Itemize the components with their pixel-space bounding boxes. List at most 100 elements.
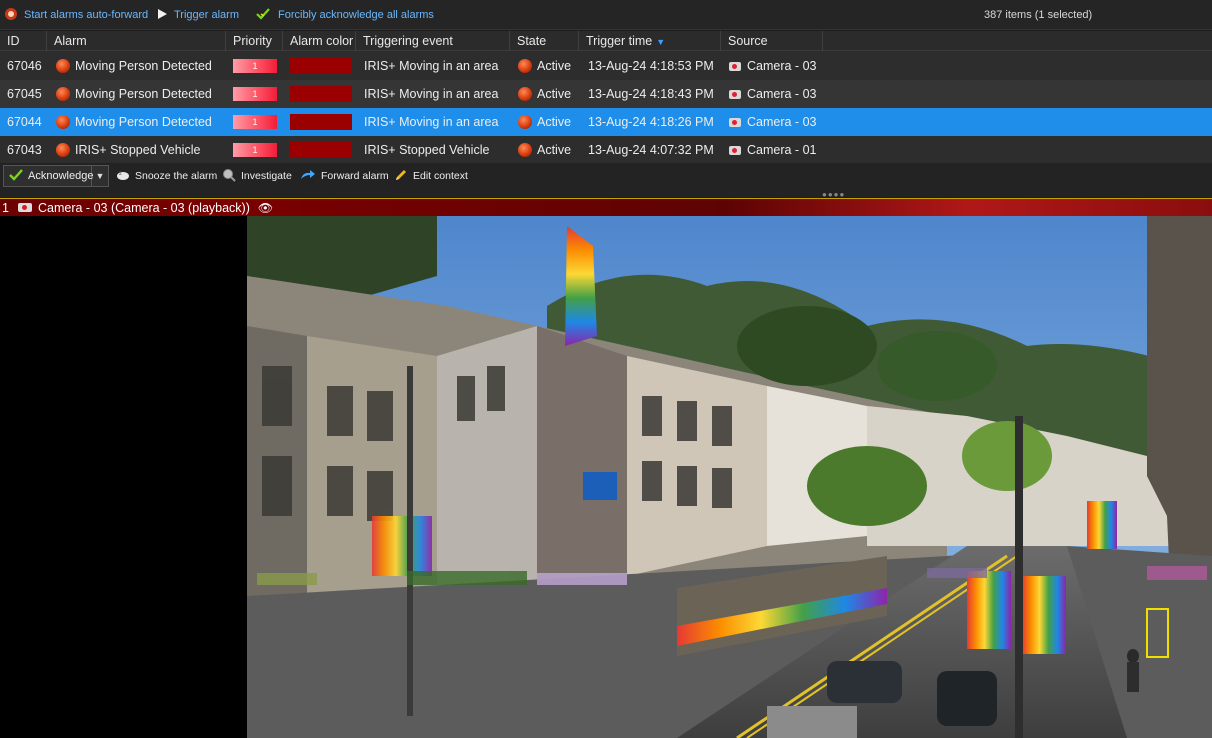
cell-trigger-time: 13-Aug-24 4:18:53 PM: [588, 59, 714, 73]
table-header: ID Alarm Priority Alarm color Triggering…: [0, 31, 1212, 51]
cell-source: Camera - 03: [729, 80, 816, 108]
investigate-icon: [222, 168, 236, 185]
trigger-alarm-label: Trigger alarm: [174, 9, 239, 21]
cell-alarm: Moving Person Detected: [56, 80, 212, 108]
cell-triggering-event: IRIS+ Stopped Vehicle: [364, 143, 490, 157]
edit-context-label: Edit context: [413, 170, 468, 182]
eye-icon[interactable]: 👁: [258, 201, 273, 215]
alarm-name: Moving Person Detected: [75, 87, 212, 101]
cell-state: Active: [518, 52, 571, 80]
alarm-color-swatch: [290, 58, 352, 74]
checkmark-icon: [9, 168, 23, 184]
acknowledge-label: Acknowledge: [28, 170, 94, 182]
investigate-button[interactable]: Investigate: [222, 167, 292, 185]
column-header-alarm-color[interactable]: Alarm color: [283, 31, 356, 51]
video-letterbox: [0, 216, 247, 738]
cell-triggering-event: IRIS+ Moving in an area: [364, 115, 499, 129]
acknowledge-split-button: Acknowledge ▼: [3, 165, 109, 187]
alarm-name: IRIS+ Stopped Vehicle: [75, 143, 201, 157]
forward-arrow-icon: [300, 169, 316, 184]
cell-id: 67046: [7, 59, 42, 73]
cell-alarm: Moving Person Detected: [56, 52, 212, 80]
alarm-name: Moving Person Detected: [75, 59, 212, 73]
force-acknowledge-all-button[interactable]: Forcibly acknowledge all alarms: [256, 0, 434, 30]
source-label: Camera - 03: [747, 59, 817, 73]
cell-id: 67044: [7, 115, 42, 129]
priority-badge: 1: [233, 115, 277, 129]
source-label: Camera - 01: [747, 143, 817, 157]
trigger-alarm-button[interactable]: Trigger alarm: [156, 0, 239, 30]
snooze-label: Snooze the alarm: [135, 170, 218, 182]
cell-source: Camera - 03: [729, 108, 816, 136]
table-row[interactable]: 67043 IRIS+ Stopped Vehicle 1 IRIS+ Stop…: [0, 136, 1212, 164]
motion-detection-box: [1146, 608, 1169, 658]
state-label: Active: [537, 115, 572, 129]
items-count: 387 items (1 selected): [984, 9, 1093, 21]
alarm-action-bar: Acknowledge ▼ z Snooze the alarm Investi…: [0, 163, 1212, 199]
investigate-label: Investigate: [241, 170, 292, 182]
camera-icon: [729, 145, 741, 155]
priority-badge: 1: [233, 143, 277, 157]
cell-id: 67045: [7, 87, 42, 101]
column-header-id[interactable]: ID: [0, 31, 47, 51]
tile-number: 1: [2, 200, 9, 215]
state-label: Active: [537, 87, 572, 101]
cell-alarm: Moving Person Detected: [56, 108, 212, 136]
alarm-icon: [56, 115, 70, 129]
forward-alarm-label: Forward alarm: [321, 170, 389, 182]
alarm-color-swatch: [290, 142, 352, 158]
street-scene-image: [247, 216, 1212, 738]
active-state-icon: [518, 87, 532, 101]
cell-alarm: IRIS+ Stopped Vehicle: [56, 136, 200, 164]
alarm-icon: [56, 143, 70, 157]
double-check-icon: [256, 7, 272, 24]
snooze-alarm-button[interactable]: z Snooze the alarm: [116, 167, 217, 185]
cell-state: Active: [518, 136, 571, 164]
alarm-name: Moving Person Detected: [75, 115, 212, 129]
force-acknowledge-label: Forcibly acknowledge all alarms: [278, 9, 434, 21]
tile-title: Camera - 03 (Camera - 03 (playback)): [38, 200, 250, 215]
column-header-state[interactable]: State: [510, 31, 579, 51]
camera-icon: [729, 117, 741, 127]
source-label: Camera - 03: [747, 87, 817, 101]
cell-trigger-time: 13-Aug-24 4:18:26 PM: [588, 115, 714, 129]
cell-id: 67043: [7, 143, 42, 157]
video-tile-header: 1 Camera - 03 (Camera - 03 (playback)) 👁: [0, 198, 1212, 216]
active-state-icon: [518, 143, 532, 157]
column-header-priority[interactable]: Priority: [226, 31, 283, 51]
sort-descending-icon: ▼: [656, 37, 666, 47]
camera-icon: [729, 89, 741, 99]
cell-trigger-time: 13-Aug-24 4:07:32 PM: [588, 143, 714, 157]
active-state-icon: [518, 115, 532, 129]
alarm-color-swatch: [290, 114, 352, 130]
table-row[interactable]: 67045 Moving Person Detected 1 IRIS+ Mov…: [0, 80, 1212, 108]
column-header-triggering-event[interactable]: Triggering event: [356, 31, 510, 51]
alarm-table: ID Alarm Priority Alarm color Triggering…: [0, 31, 1212, 164]
start-auto-forward-label: Start alarms auto-forward: [24, 9, 149, 21]
table-row-selected[interactable]: 67044 Moving Person Detected 1 IRIS+ Mov…: [0, 108, 1212, 136]
state-label: Active: [537, 143, 572, 157]
start-auto-forward-button[interactable]: Start alarms auto-forward: [4, 0, 148, 30]
edit-context-button[interactable]: Edit context: [394, 167, 468, 185]
cell-source: Camera - 03: [729, 52, 816, 80]
column-header-alarm[interactable]: Alarm: [47, 31, 226, 51]
column-header-source[interactable]: Source: [721, 31, 823, 51]
column-header-trigger-time[interactable]: Trigger time ▼: [579, 31, 721, 51]
snooze-icon: z: [116, 169, 130, 184]
alarm-icon: [56, 59, 70, 73]
cell-state: Active: [518, 108, 571, 136]
cell-triggering-event: IRIS+ Moving in an area: [364, 87, 499, 101]
camera-video-feed[interactable]: [247, 216, 1212, 738]
svg-text:z: z: [119, 171, 122, 177]
table-row[interactable]: 67046 Moving Person Detected 1 IRIS+ Mov…: [0, 52, 1212, 80]
cell-trigger-time: 13-Aug-24 4:18:43 PM: [588, 87, 714, 101]
trigger-time-header-label: Trigger time: [586, 34, 653, 48]
active-state-icon: [518, 59, 532, 73]
alarm-toolbar: Start alarms auto-forward Trigger alarm …: [0, 0, 1212, 30]
auto-forward-icon: [4, 7, 18, 24]
forward-alarm-button[interactable]: Forward alarm: [300, 167, 389, 185]
acknowledge-dropdown-button[interactable]: ▼: [92, 171, 108, 181]
chevron-down-icon: ▼: [95, 171, 105, 181]
acknowledge-button[interactable]: Acknowledge: [4, 166, 94, 186]
pencil-icon: [394, 168, 408, 185]
